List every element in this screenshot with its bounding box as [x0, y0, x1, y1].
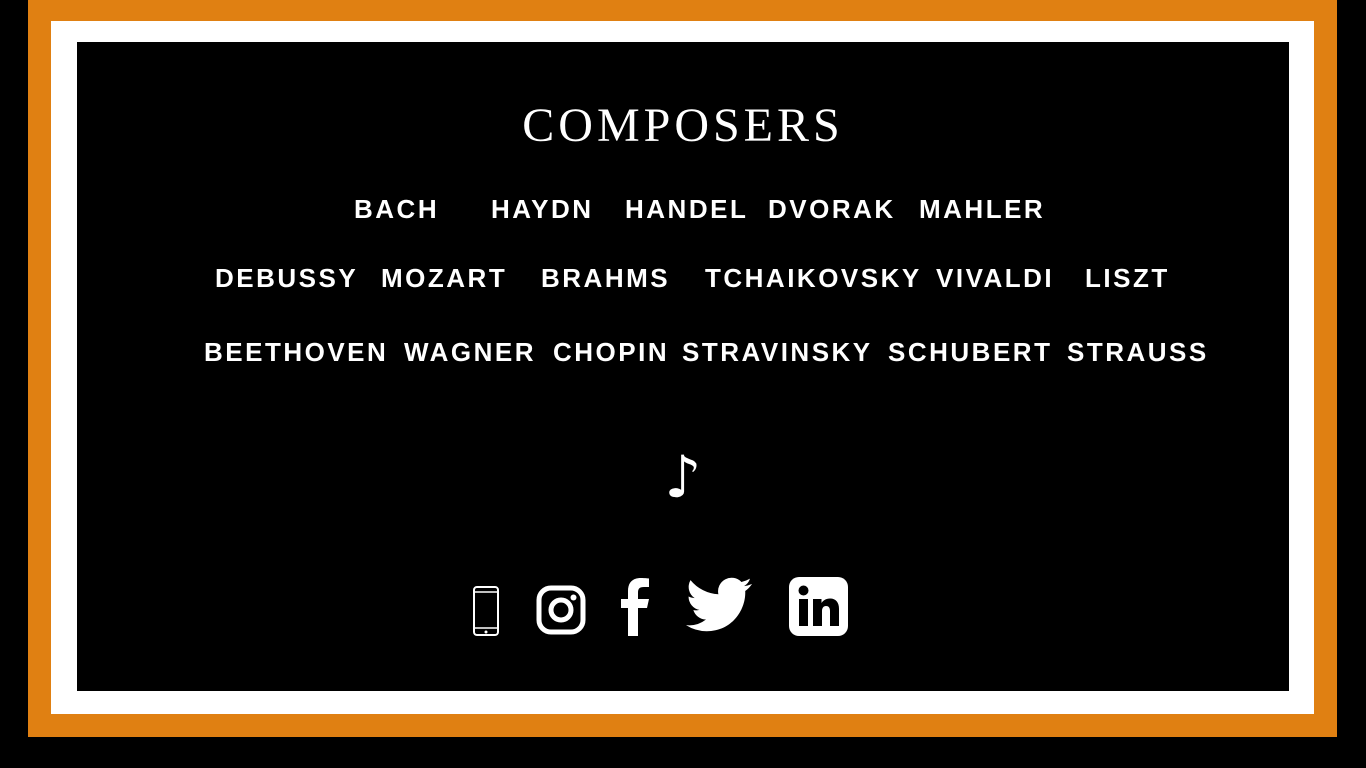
composer-link-liszt[interactable]: LISZT — [1085, 263, 1170, 293]
composer-row-2: DEBUSSY MOZART BRAHMS TCHAIKOVSKY VIVALD… — [0, 263, 1366, 293]
facebook-icon[interactable] — [619, 578, 651, 636]
page-title: COMPOSERS — [522, 99, 844, 152]
instagram-icon[interactable] — [536, 585, 586, 635]
composer-link-strauss[interactable]: STRAUSS — [1067, 337, 1209, 367]
composer-link-vivaldi[interactable]: VIVALDI — [936, 263, 1054, 293]
composer-link-schubert[interactable]: SCHUBERT — [888, 337, 1052, 367]
linkedin-icon[interactable] — [789, 577, 848, 636]
phone-icon[interactable] — [472, 585, 500, 637]
composer-row-1: BACH HAYDN HANDEL DVORAK MAHLER — [0, 194, 1366, 224]
composer-link-bach[interactable]: BACH — [354, 194, 439, 224]
composer-link-handel[interactable]: HANDEL — [625, 194, 748, 224]
composer-link-debussy[interactable]: DEBUSSY — [215, 263, 358, 293]
composer-link-brahms[interactable]: BRAHMS — [541, 263, 670, 293]
composer-link-mahler[interactable]: MAHLER — [919, 194, 1045, 224]
composer-link-dvorak[interactable]: DVORAK — [768, 194, 896, 224]
composer-link-haydn[interactable]: HAYDN — [491, 194, 594, 224]
composer-link-wagner[interactable]: WAGNER — [404, 337, 536, 367]
composer-row-3: BEETHOVEN WAGNER CHOPIN STRAVINSKY SCHUB… — [0, 337, 1366, 367]
composer-link-chopin[interactable]: CHOPIN — [553, 337, 669, 367]
composer-link-beethoven[interactable]: BEETHOVEN — [204, 337, 388, 367]
composer-link-tchaikovsky[interactable]: TCHAIKOVSKY — [705, 263, 922, 293]
composer-link-mozart[interactable]: MOZART — [381, 263, 507, 293]
music-note-icon: ♪ — [664, 443, 702, 511]
composer-link-stravinsky[interactable]: STRAVINSKY — [682, 337, 873, 367]
twitter-icon[interactable] — [686, 577, 752, 633]
